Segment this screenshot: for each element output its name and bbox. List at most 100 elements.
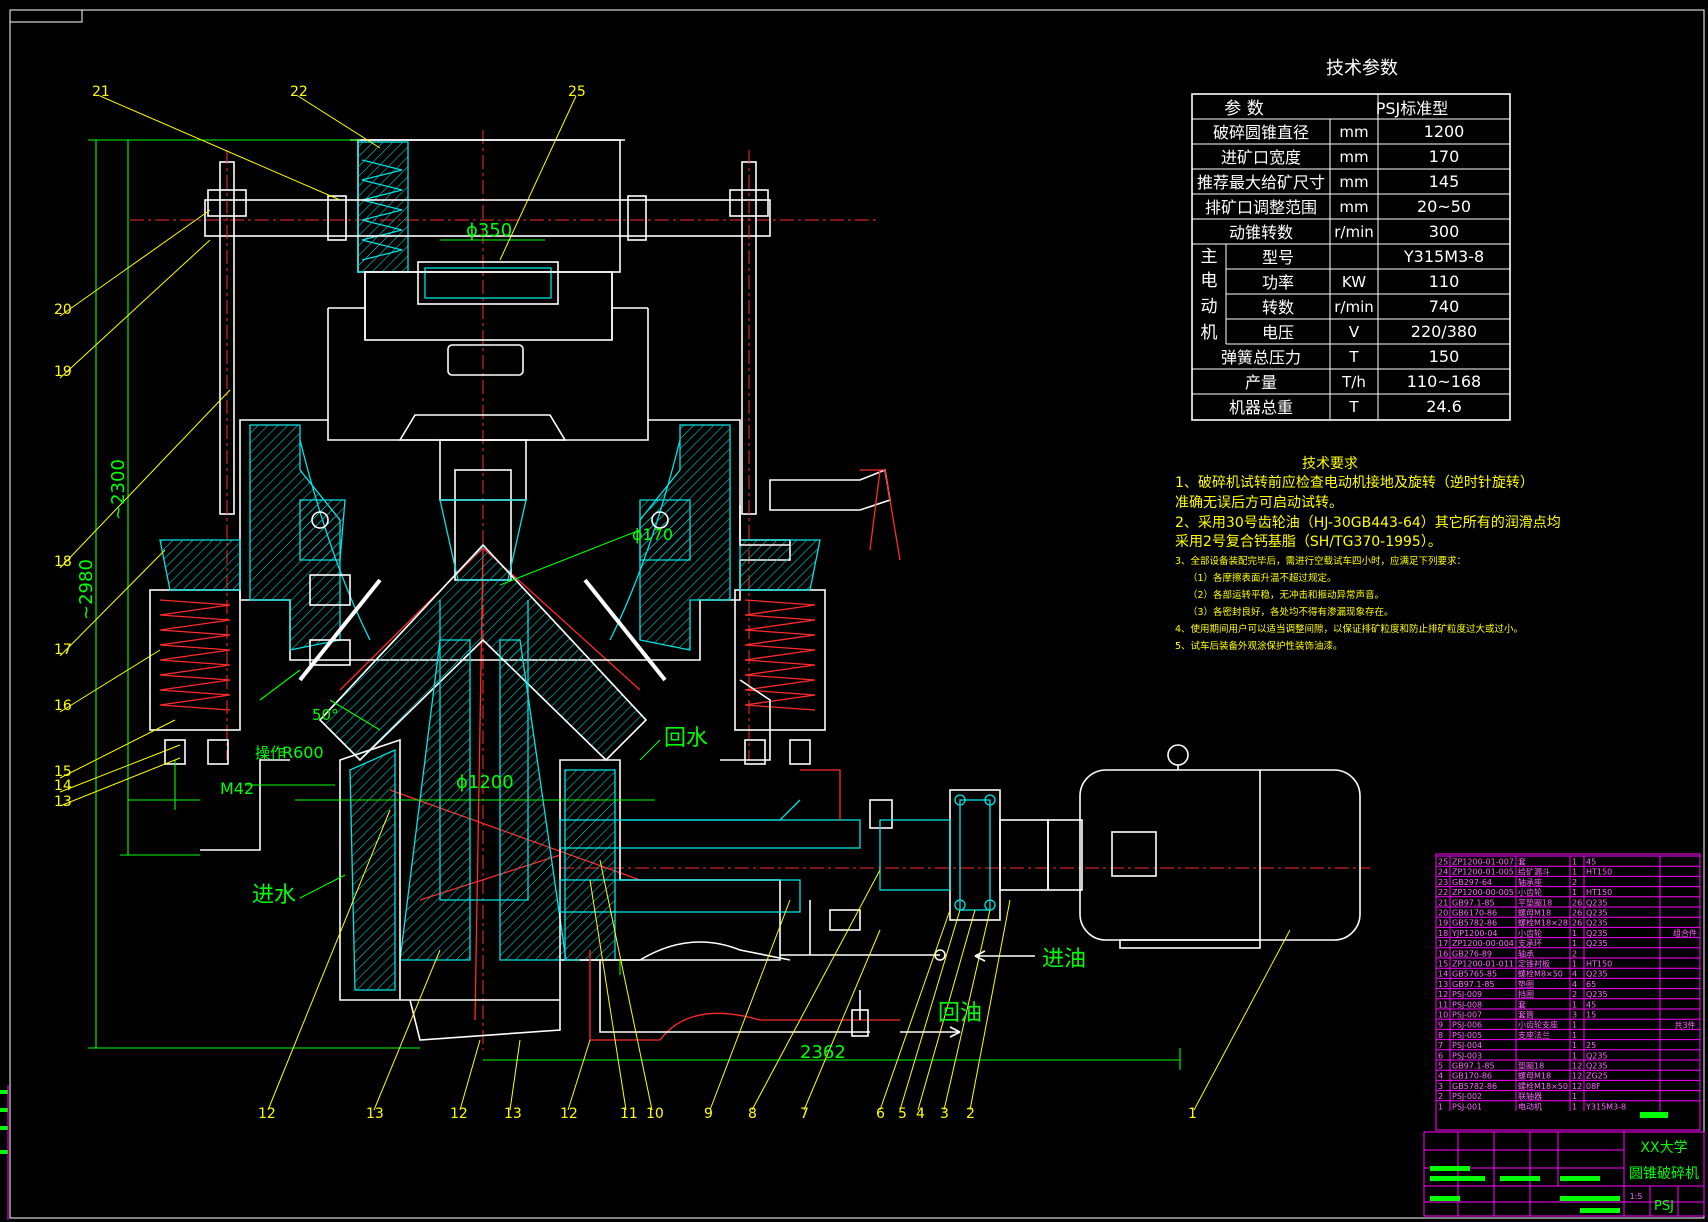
- bom-qty: 1: [1572, 888, 1577, 897]
- dim-width: 2362: [800, 1042, 846, 1063]
- param-name: 推荐最大给矿尺寸: [1197, 173, 1325, 192]
- param-name: 弹簧总压力: [1221, 348, 1301, 367]
- bom-material: 08F: [1586, 1082, 1601, 1091]
- part-label-12b: 12: [560, 1106, 578, 1122]
- param-unit: T/h: [1341, 373, 1366, 391]
- bom-material: Q235: [1586, 919, 1608, 928]
- crusher-section-drawing: [130, 130, 1370, 1050]
- bom-code: GB97.1-85: [1452, 1062, 1495, 1071]
- bom-material: Q235: [1586, 929, 1608, 938]
- bom-qty: 26: [1572, 898, 1582, 907]
- bom-code: PSJ-007: [1452, 1011, 1482, 1020]
- bom-qty: 26: [1572, 909, 1582, 918]
- part-label-13a: 13: [366, 1106, 384, 1122]
- bom-material: 25: [1586, 1041, 1596, 1050]
- bom-code: PSJ-004: [1452, 1041, 1482, 1050]
- bom-material: 65: [1586, 980, 1596, 989]
- param-value: 220/380: [1411, 322, 1477, 341]
- bom-no: 11: [1438, 1000, 1448, 1009]
- param-name: 进矿口宽度: [1221, 148, 1301, 167]
- param-name: 转数: [1262, 298, 1294, 317]
- bom-name: 联轴器: [1518, 1091, 1542, 1101]
- part-label-18: 16: [54, 698, 72, 714]
- bom-qty: 26: [1572, 919, 1582, 928]
- bom-name: 螺栓M18×28: [1518, 918, 1568, 928]
- bom-name: 给矿漏斗: [1518, 867, 1550, 877]
- req-line-9: 4、使用期间用户可以适当调整间隙，以保证排矿粒度和防止排矿粒度过大或过小。: [1175, 623, 1523, 635]
- bom-no: 15: [1438, 960, 1448, 969]
- part-label-21: 19: [54, 364, 72, 380]
- bom-qty: 1: [1572, 1041, 1577, 1050]
- bom-no: 9: [1438, 1021, 1443, 1030]
- bom-material: Q235: [1586, 898, 1608, 907]
- param-unit: mm: [1339, 148, 1368, 166]
- req-line-2: 准确无误后方可启动试转。: [1175, 495, 1343, 511]
- bom-name: 平垫圈18: [1518, 897, 1552, 907]
- dim-angle: 50°: [312, 706, 339, 724]
- req-line-6: （1）各摩擦表面升温不超过规定。: [1188, 572, 1337, 584]
- title-school: XX大学: [1640, 1140, 1687, 1156]
- param-name: 型号: [1262, 248, 1294, 267]
- bom-name: 电动机: [1518, 1101, 1542, 1111]
- bom-code: ZP1200-00-004: [1452, 939, 1514, 948]
- part-label-11: 11: [620, 1106, 638, 1122]
- parameter-table: 技术参数 参 数 PSJ标准型 破碎圆锥直径 mm 1200 进矿口宽度 mm 170 推荐…: [1191, 58, 1511, 421]
- bom-material: Q235: [1586, 1062, 1608, 1071]
- param-value: 110~168: [1407, 372, 1481, 391]
- bom-no: 16: [1438, 949, 1448, 958]
- bom-name: 螺栓M8×50: [1518, 969, 1563, 979]
- param-unit: r/min: [1334, 223, 1374, 241]
- bom-material: Q235: [1586, 1051, 1608, 1060]
- param-name: 动锥转数: [1229, 223, 1293, 242]
- bom-no: 12: [1438, 990, 1448, 999]
- title-block: XX大学 圆锥破碎机 PSJ 1:5: [1423, 1112, 1705, 1217]
- motor-group-4: 机: [1201, 323, 1218, 343]
- bom-name: 螺母M18: [1518, 908, 1551, 918]
- part-label-7: 7: [800, 1106, 809, 1122]
- bom-code: PSJ-008: [1452, 1000, 1482, 1009]
- dim-d350: ϕ350: [466, 220, 512, 241]
- cad-drawing-sheet: 21 22 25 20 19 18 17 16 15 14 13 12 13 1…: [0, 9, 1705, 1220]
- part-label-9: 9: [704, 1106, 713, 1122]
- bom-code: GB97.1-85: [1452, 980, 1495, 989]
- bom-name: 定锥衬板: [1518, 959, 1550, 969]
- bom-name: 支座法兰: [1518, 1030, 1550, 1040]
- part-label-10: 10: [646, 1106, 664, 1122]
- bom-qty: 1: [1572, 1092, 1577, 1101]
- label-return-water: 回水: [664, 726, 708, 751]
- bom-name: 轴承座: [1518, 877, 1542, 887]
- bom-material: HT150: [1586, 868, 1612, 877]
- bom-code: YJP1200-04: [1451, 929, 1498, 938]
- bom-code: GB276-89: [1452, 949, 1492, 958]
- part-label-6: 6: [876, 1106, 885, 1122]
- bom-no: 14: [1438, 970, 1448, 979]
- label-inlet-water: 进水: [252, 883, 296, 908]
- params-title: 技术参数: [1326, 58, 1398, 79]
- bom-no: 24: [1438, 868, 1448, 877]
- bom-name: 小齿轮: [1518, 928, 1542, 938]
- param-unit: T: [1348, 348, 1359, 366]
- bom-code: GB6170-86: [1452, 909, 1497, 918]
- bom-code: ZP1200-00-005: [1452, 888, 1514, 897]
- requirements-title: 技术要求: [1302, 456, 1358, 472]
- param-value: Y315M3-8: [1403, 247, 1484, 266]
- bom-name: 螺栓M18×50: [1518, 1081, 1568, 1091]
- label-side-note: 操作: [255, 744, 285, 762]
- bom-code: ZP1200-01-007: [1452, 858, 1514, 867]
- param-unit: V: [1349, 323, 1360, 341]
- bom-name: 套: [1518, 857, 1526, 867]
- part-number-labels: 21 22 25 20 19 18 17 16 15 14 13 12 13 1…: [54, 84, 1197, 1122]
- moving-cone: [319, 544, 647, 761]
- bom-qty: 2: [1572, 990, 1577, 999]
- bom-code: GB297-64: [1452, 878, 1492, 887]
- bom-qty: 3: [1572, 1011, 1577, 1020]
- bom-code: ZP1200-01-011: [1452, 960, 1514, 969]
- param-name: 电压: [1262, 323, 1294, 342]
- bom-qty: 12: [1572, 1062, 1582, 1071]
- bom-material: Q235: [1586, 909, 1608, 918]
- bom-no: 22: [1438, 888, 1448, 897]
- req-line-3: 2、采用30号齿轮油（HJ-30GB443-64）其它所有的润滑点均: [1175, 514, 1561, 531]
- part-label-23: 21: [92, 84, 110, 100]
- bom-no: 1: [1438, 1102, 1443, 1111]
- bom-qty: 1: [1572, 1021, 1577, 1030]
